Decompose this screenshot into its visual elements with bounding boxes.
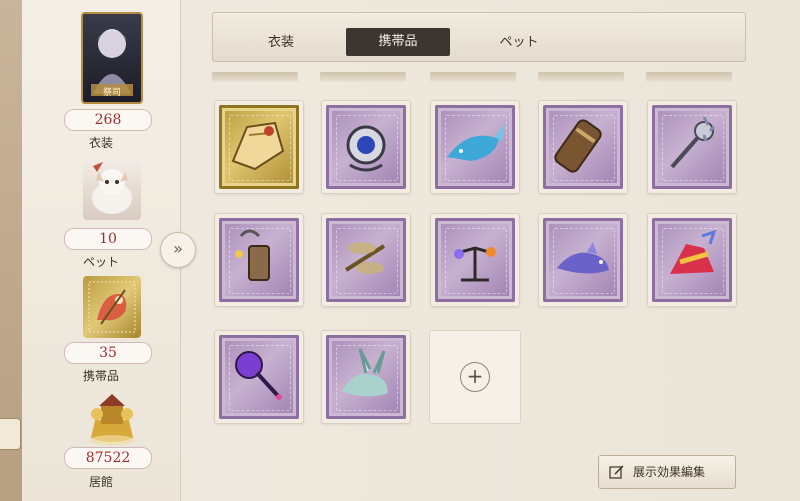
accessory-item-card[interactable]: [321, 213, 411, 307]
crystal-scepter-icon: [235, 351, 282, 400]
display-effect-edit-label: 展示効果編集: [633, 465, 706, 479]
residence-label: 居館: [88, 475, 113, 489]
blue-whale-icon: [447, 123, 505, 161]
residence-castle-icon: [90, 394, 134, 445]
map-scroll-icon: [231, 121, 285, 171]
hanging-lantern-icon: [235, 229, 270, 281]
accessory-panel: 衣装 携帯品 ペット +: [200, 8, 752, 501]
accessory-item-card[interactable]: [321, 100, 411, 194]
item-stamp-frame: [543, 105, 623, 189]
accessory-item-card[interactable]: [538, 213, 628, 307]
violet-fox-icon: [557, 242, 609, 274]
accessory-item-card[interactable]: [214, 100, 304, 194]
costume-count: 268: [64, 109, 152, 131]
ghost-rabbit-icon: [342, 348, 388, 397]
shelf-divider: [212, 72, 298, 82]
pet-portrait[interactable]: [83, 158, 141, 220]
accessory-portrait[interactable]: [83, 276, 141, 338]
festive-ribbon-icon: [670, 229, 717, 274]
collection-sidebar: 祭司 268 衣装 10 ペット 35 携帯品 87522 居館: [22, 0, 181, 501]
accessory-item-card[interactable]: [321, 330, 411, 424]
item-stamp-frame: [219, 218, 299, 302]
add-item-slot[interactable]: +: [429, 330, 521, 424]
residence-portrait[interactable]: [83, 390, 141, 452]
tab-pet[interactable]: ペット: [467, 28, 571, 58]
brass-dragonfly-icon: [344, 242, 386, 274]
expand-sidebar-button[interactable]: »: [160, 232, 196, 268]
edge-pull-tab[interactable]: [0, 418, 21, 450]
item-stamp-frame: [326, 105, 406, 189]
costume-label: 衣装: [88, 136, 113, 150]
accessory-item-card[interactable]: [430, 100, 520, 194]
item-stamp-frame: [326, 335, 406, 419]
accessory-item-card[interactable]: [430, 213, 520, 307]
shelf-divider: [538, 72, 624, 82]
shelf-divider: [320, 72, 406, 82]
item-stamp-frame: [326, 218, 406, 302]
silver-mace-icon: [670, 116, 716, 169]
twin-lamps-icon: [454, 246, 496, 282]
accessory-count: 35: [64, 342, 152, 364]
residence-count: 87522: [64, 447, 152, 469]
accessory-item-card[interactable]: [214, 213, 304, 307]
accessory-item-card[interactable]: [538, 100, 628, 194]
tab-costume[interactable]: 衣装: [229, 28, 333, 58]
tab-accessory[interactable]: 携帯品: [346, 28, 450, 56]
add-item-icon[interactable]: +: [460, 362, 490, 392]
item-stamp-frame: [435, 105, 515, 189]
item-stamp-frame: [219, 105, 299, 189]
item-stamp-frame: [543, 218, 623, 302]
character-name: 祭司: [102, 88, 121, 98]
pet-label: ペット: [82, 255, 119, 269]
item-stamp-frame: [435, 218, 515, 302]
sapphire-ornament-icon: [346, 125, 386, 172]
accessory-item-card[interactable]: [647, 213, 737, 307]
pet-dog-icon: [92, 162, 132, 214]
item-stamp-frame: [652, 105, 732, 189]
accessory-item-card[interactable]: [647, 100, 737, 194]
leather-scroll-tube-icon: [554, 119, 602, 173]
category-tab-bar: 衣装 携帯品 ペット: [212, 12, 746, 62]
pet-count: 10: [64, 228, 152, 250]
edit-icon: [609, 465, 624, 479]
accessory-item-card[interactable]: [214, 330, 304, 424]
accessory-dragon-icon: [88, 281, 136, 333]
character-portrait[interactable]: 祭司: [81, 12, 143, 104]
item-stamp-frame: [652, 218, 732, 302]
accessory-label: 携帯品: [82, 369, 119, 383]
shelf-divider: [430, 72, 516, 82]
display-effect-edit-button[interactable]: 展示効果編集: [598, 455, 736, 489]
shelf-divider: [646, 72, 732, 82]
item-stamp-frame: [219, 335, 299, 419]
